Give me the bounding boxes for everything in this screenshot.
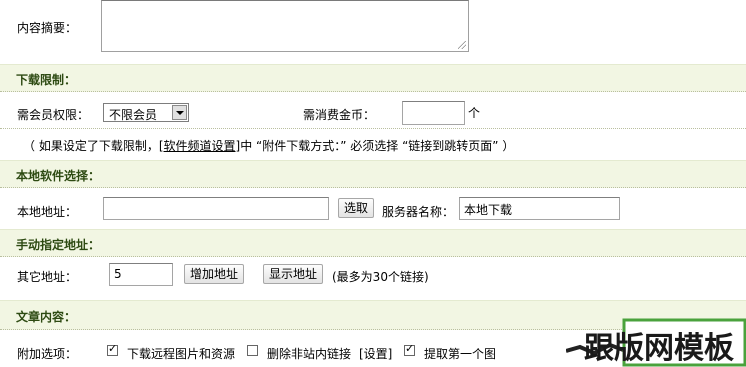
options-label: 附加选项： — [17, 347, 78, 361]
download-remote-images-checkbox[interactable] — [107, 342, 118, 356]
server-name-input[interactable]: 本地下载 — [459, 197, 620, 220]
download-remote-images-label: 下载远程图片和资源 — [127, 347, 236, 361]
summary-textarea[interactable] — [101, 0, 469, 52]
download-limit-title: 下载限制： — [16, 73, 77, 87]
coins-input[interactable] — [402, 101, 465, 125]
local-address-input[interactable] — [103, 197, 329, 220]
add-address-button[interactable]: 增加地址 — [184, 264, 245, 284]
extract-first-image-checkbox[interactable] — [404, 342, 415, 356]
show-address-button[interactable]: 显示地址 — [263, 264, 324, 284]
resize-grip-icon[interactable] — [458, 41, 466, 49]
manual-address-header — [0, 229, 746, 257]
coins-unit: 个 — [468, 106, 481, 120]
remove-links-settings-link[interactable]: [设置] — [359, 345, 392, 362]
svg-text:跟版网模板: 跟版网模板 — [584, 331, 734, 366]
local-software-title: 本地软件选择： — [16, 169, 101, 183]
extract-first-image-label: 提取第一个图 — [424, 347, 497, 361]
watermark-logo: 跟版网模板 — [566, 318, 746, 367]
chevron-down-icon[interactable] — [172, 105, 187, 120]
local-address-label: 本地地址： — [17, 205, 78, 219]
coins-label: 需消费金币： — [303, 108, 376, 122]
member-permission-value: 不限会员 — [109, 108, 158, 122]
address-limit-note: (最多为30个链接) — [332, 270, 429, 284]
note-prefix: （ 如果设定了下载限制，[ — [23, 139, 164, 153]
other-address-label: 其它地址： — [17, 270, 78, 284]
remove-external-links-label: 删除非站内链接 — [267, 347, 352, 361]
member-permission-label: 需会员权限： — [17, 108, 90, 122]
article-content-title: 文章内容： — [16, 310, 77, 324]
member-permission-select[interactable]: 不限会员 — [103, 103, 189, 122]
download-limit-header — [0, 64, 746, 92]
remove-external-links-checkbox[interactable] — [247, 345, 258, 356]
summary-label: 内容摘要： — [17, 21, 78, 35]
software-channel-settings-link[interactable]: 软件频道设置 — [164, 139, 236, 153]
address-count-input[interactable]: 5 — [109, 263, 173, 286]
select-file-button[interactable]: 选取 — [338, 198, 375, 218]
note-suffix: ]中 “附件下载方式：” 必须选择 “链接到跳转页面” ） — [235, 139, 515, 153]
divider — [0, 128, 746, 129]
local-software-header — [0, 160, 746, 188]
manual-address-title: 手动指定地址： — [16, 238, 101, 252]
server-name-label: 服务器名称： — [382, 205, 455, 219]
download-limit-note: （ 如果设定了下载限制，[软件频道设置]中 “附件下载方式：” 必须选择 “链接… — [23, 137, 514, 154]
